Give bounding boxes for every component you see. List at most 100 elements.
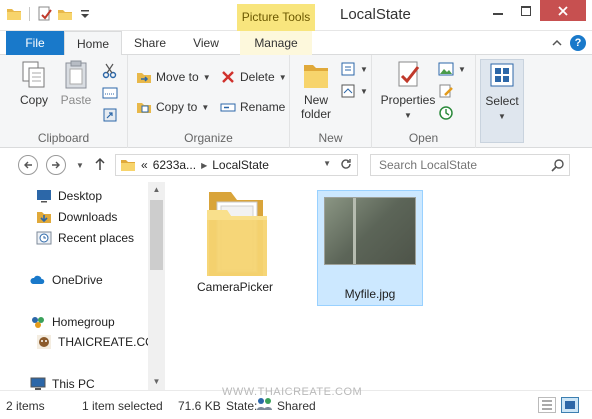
shared-icon (256, 396, 274, 415)
select-button[interactable]: Select ▼ (480, 59, 524, 143)
copy-path-icon (102, 87, 118, 99)
back-button[interactable] (18, 155, 38, 175)
properties-icon (398, 61, 420, 87)
move-to-button[interactable]: Move to ▼ (136, 69, 211, 85)
close-button[interactable] (540, 0, 586, 21)
properties-icon[interactable] (37, 6, 53, 22)
nav-item-downloads[interactable]: Downloads (36, 209, 117, 225)
cut-button[interactable] (102, 63, 118, 79)
window-controls (484, 0, 586, 21)
tab-view[interactable]: View (182, 31, 230, 55)
customize-qat-chevron-icon[interactable] (77, 6, 93, 22)
search-box[interactable] (370, 154, 570, 176)
recent-locations-chevron-icon[interactable]: ▼ (76, 161, 84, 170)
details-view-icon[interactable] (538, 397, 556, 413)
select-label: Select (485, 94, 519, 108)
history-button[interactable] (438, 105, 454, 121)
open-chevron-icon: ▼ (458, 64, 466, 74)
nav-item-label: Desktop (58, 189, 103, 203)
delete-button[interactable]: Delete ▼ (220, 69, 287, 85)
nav-item-label: This PC (52, 377, 95, 391)
paste-button[interactable]: Paste (56, 59, 96, 107)
search-icon[interactable] (551, 158, 565, 175)
select-grid-icon (490, 63, 514, 87)
minimize-button[interactable] (484, 0, 512, 21)
nav-item-desktop[interactable]: Desktop (36, 188, 102, 204)
title-bar: Picture Tools LocalState (0, 0, 592, 31)
edit-pencil-icon (439, 84, 453, 98)
selection-count: 1 item selected (82, 399, 163, 413)
folder-icon (6, 6, 22, 22)
copy-to-button[interactable]: Copy to ▼ (136, 99, 209, 115)
easy-access-button[interactable]: ▼ (340, 83, 368, 99)
nav-item-label: Downloads (58, 210, 118, 224)
navigation-bar: ▼ « 6233a... ▶ LocalState ▼ (0, 148, 592, 182)
paste-icon (65, 60, 87, 89)
file-item-image[interactable]: Myfile.jpg (317, 190, 423, 306)
new-item-button[interactable]: ▼ (340, 61, 368, 77)
new-folder-button[interactable]: New folder (296, 59, 336, 121)
ribbon-collapse-chevron-icon[interactable] (552, 36, 562, 50)
tab-home[interactable]: Home (64, 31, 122, 56)
back-arrow-icon (24, 161, 32, 169)
open-button[interactable]: ▼ (438, 61, 466, 77)
item-count: 2 items (6, 399, 45, 413)
copy-button[interactable]: Copy (14, 59, 54, 107)
nav-item-homegroup[interactable]: Homegroup (30, 314, 115, 330)
open-group: Properties ▼ ▼ Open (372, 55, 476, 148)
breadcrumb-item[interactable]: 6233a... (153, 158, 196, 172)
move-to-icon (137, 73, 151, 83)
onedrive-icon (30, 275, 45, 284)
copy-path-button[interactable] (102, 85, 118, 101)
new-item-chevron-icon: ▼ (360, 64, 368, 74)
up-button[interactable] (94, 157, 106, 174)
paste-label: Paste (60, 93, 92, 107)
paste-shortcut-button[interactable] (102, 107, 118, 123)
maximize-button[interactable] (512, 0, 540, 21)
tab-manage[interactable]: Manage (240, 31, 312, 55)
file-item-folder[interactable]: CameraPicker (187, 188, 283, 306)
edit-button[interactable] (438, 83, 454, 99)
tab-share[interactable]: Share (126, 31, 174, 55)
large-icons-view-icon[interactable] (561, 397, 579, 413)
new-group: New folder ▼ ▼ New (290, 55, 372, 148)
forward-button[interactable] (46, 155, 66, 175)
breadcrumb-overflow[interactable]: « (141, 158, 148, 172)
open-image-icon (438, 62, 454, 76)
copy-to-chevron-icon: ▼ (201, 102, 210, 112)
help-icon[interactable]: ? (570, 35, 586, 51)
nav-item-recent-places[interactable]: Recent places (36, 230, 134, 246)
window-title: LocalState (340, 6, 411, 23)
nav-item-thaicreate[interactable]: THAICREATE.CO (36, 334, 154, 350)
folder-icon (207, 192, 267, 276)
copy-label: Copy (19, 93, 48, 107)
clipboard-group: Copy Paste Clipboard (0, 55, 128, 148)
search-input[interactable] (379, 158, 549, 172)
refresh-icon[interactable] (339, 157, 353, 174)
properties-button[interactable]: Properties ▼ (378, 59, 438, 121)
file-name: Myfile.jpg (344, 287, 396, 301)
properties-chevron-icon: ▼ (404, 111, 412, 120)
scroll-down-icon[interactable]: ▼ (148, 374, 165, 390)
new-group-label: New (318, 131, 343, 145)
copy-icon (22, 61, 45, 88)
breadcrumb-current[interactable]: LocalState (212, 158, 269, 172)
user-avatar-icon (37, 335, 51, 349)
scroll-thumb[interactable] (150, 200, 163, 270)
rename-button[interactable]: Rename (220, 99, 285, 115)
easy-access-icon (341, 84, 355, 98)
nav-item-onedrive[interactable]: OneDrive (30, 272, 103, 288)
easy-access-chevron-icon: ▼ (360, 86, 368, 96)
recent-places-icon (36, 231, 52, 245)
address-bar[interactable]: « 6233a... ▶ LocalState ▼ (115, 154, 358, 176)
scroll-up-icon[interactable]: ▲ (148, 182, 165, 198)
desktop-icon (37, 190, 51, 203)
tab-file[interactable]: File (6, 31, 64, 55)
nav-item-label: Homegroup (52, 315, 115, 329)
nav-pane-scrollbar[interactable]: ▲ ▼ (148, 182, 165, 390)
address-history-chevron-icon[interactable]: ▼ (323, 159, 331, 168)
breadcrumb-separator-icon[interactable]: ▶ (201, 161, 207, 170)
history-icon (439, 106, 453, 120)
nav-item-label: Recent places (58, 231, 135, 245)
new-folder-icon[interactable] (57, 6, 73, 22)
